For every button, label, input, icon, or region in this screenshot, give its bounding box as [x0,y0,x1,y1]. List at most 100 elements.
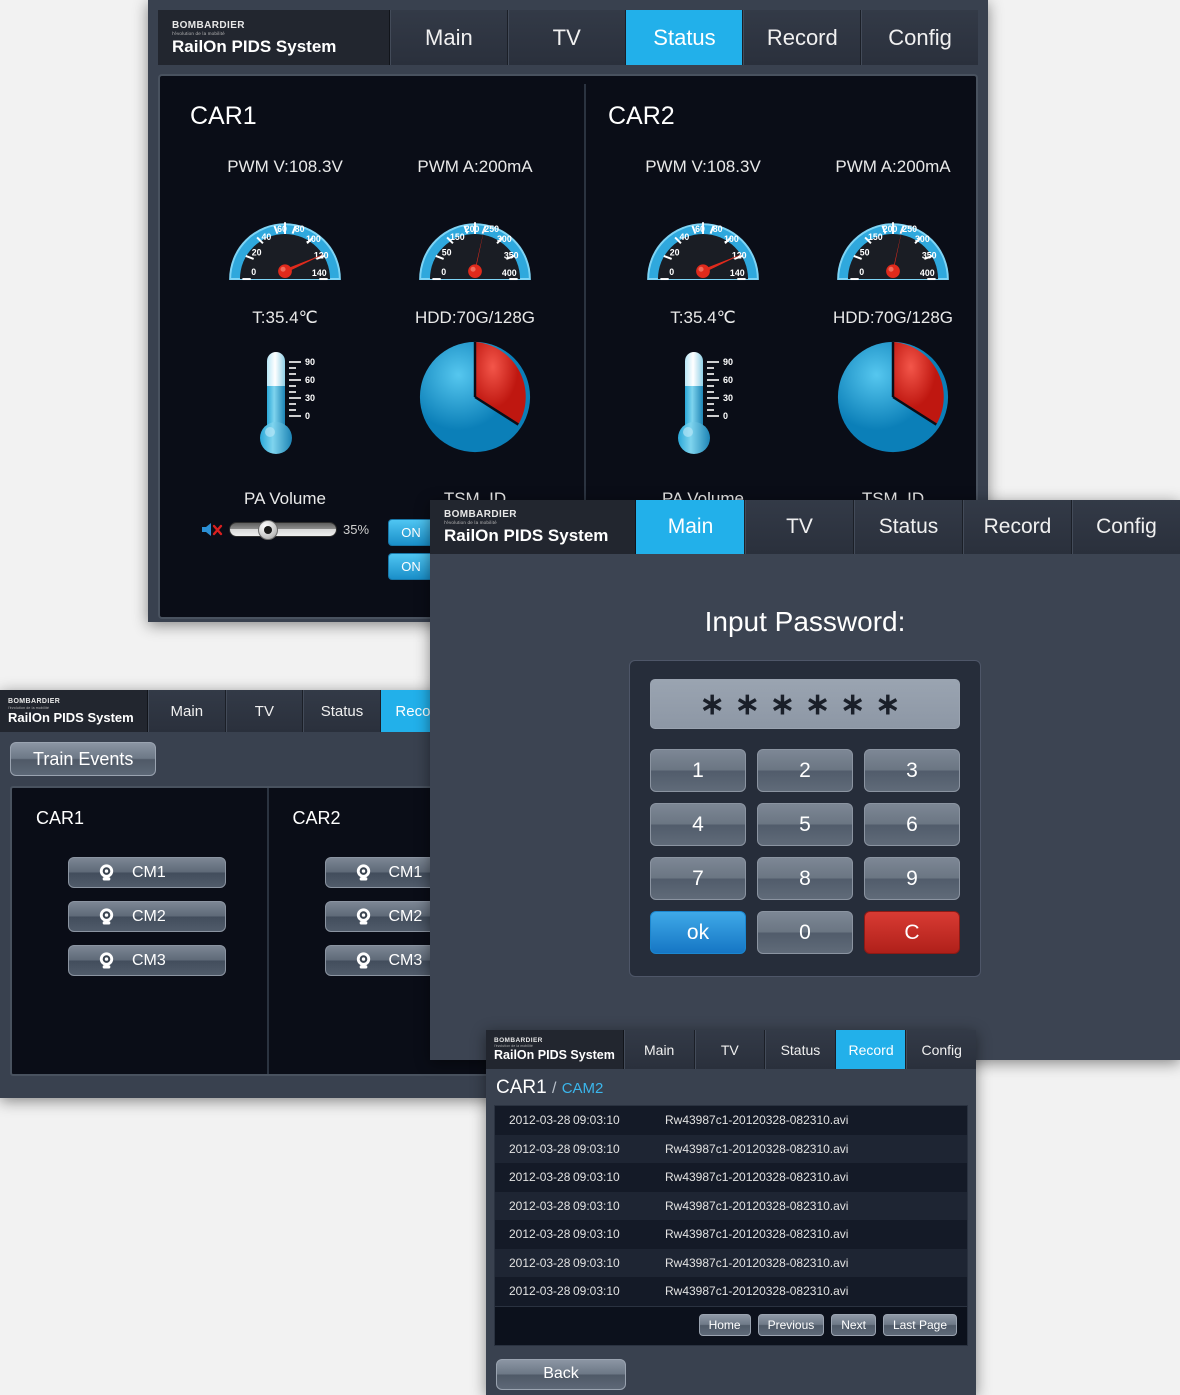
svg-text:50: 50 [860,248,870,258]
tab-status[interactable]: Status [854,500,963,554]
key-clear[interactable]: C [864,911,960,954]
back-button[interactable]: Back [496,1358,626,1390]
thermometer-icon: 90 60 30 0 [260,352,315,454]
svg-text:60: 60 [695,224,705,234]
tab-record[interactable]: Record [743,10,862,65]
svg-text:60: 60 [277,224,287,234]
titlebar: BOMBARDIER l'évolution de la mobilité Ra… [430,500,1180,554]
train-events-button[interactable]: Train Events [10,742,157,776]
key-ok[interactable]: ok [650,911,746,954]
pwm-voltage-gauge-icon: 0 20 40 60 80100 120 140 [647,222,759,281]
svg-text:350: 350 [504,250,519,260]
key-1[interactable]: 1 [650,749,746,792]
tab-main[interactable]: Main [148,690,226,732]
camera-button-cm3[interactable]: CM3 [68,945,226,976]
svg-text:350: 350 [922,250,937,260]
tab-main[interactable]: Main [390,10,508,65]
pager-home-button[interactable]: Home [698,1313,751,1336]
tab-tv[interactable]: TV [507,10,626,65]
svg-text:0: 0 [859,267,864,277]
breadcrumb-car[interactable]: CAR1 [496,1077,547,1098]
pa-volume-slider-handle[interactable] [257,520,278,540]
svg-text:20: 20 [252,248,262,258]
hdd-label: HDD:70G/128G [415,308,535,327]
row-filename: Rw43987c1-20120328-082310.avi [665,1255,849,1270]
row-time: 09:03:10 [573,1284,620,1299]
camera-button-cm2[interactable]: CM2 [68,901,226,932]
key-0[interactable]: 0 [757,911,853,954]
tab-config[interactable]: Config [861,10,978,65]
tsm-on-button[interactable]: ON [388,519,434,546]
breadcrumb: CAR1 / CAM2 [486,1069,976,1105]
pager-previous-button[interactable]: Previous [757,1313,825,1336]
key-7[interactable]: 7 [650,857,746,900]
table-row[interactable]: 2012-03-28 09:03:10 Rw43987c1-20120328-0… [495,1163,967,1192]
tab-main[interactable]: Main [636,500,745,554]
svg-text:150: 150 [868,232,883,242]
key-5[interactable]: 5 [757,803,853,846]
key-2[interactable]: 2 [757,749,853,792]
tab-tv[interactable]: TV [745,500,854,554]
tab-status[interactable]: Status [765,1030,836,1069]
tsm-on-button[interactable]: ON [388,553,434,580]
password-input[interactable]: ∗∗∗∗∗∗ [650,679,960,729]
table-row[interactable]: 2012-03-28 09:03:10 Rw43987c1-20120328-0… [495,1277,967,1306]
camera-button-cm1[interactable]: CM1 [68,857,226,888]
svg-text:150: 150 [450,232,465,242]
key-6[interactable]: 6 [864,803,960,846]
table-row[interactable]: 2012-03-28 09:03:10 Rw43987c1-20120328-0… [495,1248,967,1277]
password-panel: ∗∗∗∗∗∗ 1 2 3 4 5 6 7 8 9 ok 0 C [629,660,981,977]
tab-record[interactable]: Record [835,1030,907,1069]
row-time: 09:03:10 [573,1141,620,1156]
camera-button-label: CM2 [132,907,166,925]
speaker-mute-icon[interactable] [201,521,223,538]
row-time: 09:03:10 [573,1170,620,1185]
temp-hdd-row: T:35.4℃ 90 60 30 0 HDD:70G/128G [190,308,570,465]
brand-logo: BOMBARDIER l'évolution de la mobilité Ra… [430,500,636,554]
tab-main[interactable]: Main [623,1030,695,1069]
pa-volume-slider[interactable] [228,520,337,540]
temperature-metric: T:35.4℃ 90 60 30 0 [608,308,798,465]
pager-next-button[interactable]: Next [831,1313,876,1336]
tab-status[interactable]: Status [303,690,381,732]
tab-status[interactable]: Status [625,10,744,65]
key-8[interactable]: 8 [757,857,853,900]
table-row[interactable]: 2012-03-28 09:03:10 Rw43987c1-20120328-0… [495,1191,967,1220]
key-3[interactable]: 3 [864,749,960,792]
svg-text:250: 250 [484,224,499,234]
temperature-metric: T:35.4℃ 90 60 30 0 [190,308,380,465]
hdd-pie-chart [837,341,949,453]
tab-tv[interactable]: TV [225,690,304,732]
tab-record[interactable]: Record [963,500,1072,554]
titlebar: BOMBARDIER l'évolution de la mobilité Ra… [158,10,978,65]
pagination-bar: Home Previous Next Last Page [494,1306,968,1346]
brand-top-text: BOMBARDIER [444,509,517,520]
password-window: BOMBARDIER l'évolution de la mobilité Ra… [430,500,1180,1060]
camera-button-label: CM3 [132,951,166,969]
table-row[interactable]: 2012-03-28 09:03:10 Rw43987c1-20120328-0… [495,1220,967,1249]
brand-top-text: BOMBARDIER [494,1037,543,1044]
camera-button-label: CM1 [388,863,423,881]
pager-last-page-button[interactable]: Last Page [882,1313,957,1336]
svg-text:100: 100 [724,234,739,244]
svg-text:80: 80 [713,224,723,234]
row-date: 2012-03-28 [509,1227,571,1242]
table-row[interactable]: 2012-03-28 09:03:10 Rw43987c1-20120328-0… [495,1106,967,1135]
tab-config[interactable]: Config [1072,500,1180,554]
brand-main-text: RailOn PIDS System [444,526,609,545]
table-row[interactable]: 2012-03-28 09:03:10 Rw43987c1-20120328-0… [495,1134,967,1163]
camera-button-label: CM2 [388,907,423,925]
svg-text:40: 40 [679,232,689,242]
pa-volume-label: PA Volume [244,489,326,508]
tab-config[interactable]: Config [906,1030,976,1069]
webcam-icon [356,908,370,925]
tab-tv[interactable]: TV [694,1030,766,1069]
svg-text:90: 90 [723,357,733,367]
titlebar: BOMBARDIER l'évolution de la mobilité Ra… [486,1030,976,1069]
events-column-car1: CAR1 CM1 CM2 CM3 [12,788,267,1074]
svg-text:0: 0 [723,411,728,421]
hdd-metric: HDD:70G/128G [798,308,988,465]
breadcrumb-camera[interactable]: CAM2 [562,1080,604,1097]
key-9[interactable]: 9 [864,857,960,900]
key-4[interactable]: 4 [650,803,746,846]
